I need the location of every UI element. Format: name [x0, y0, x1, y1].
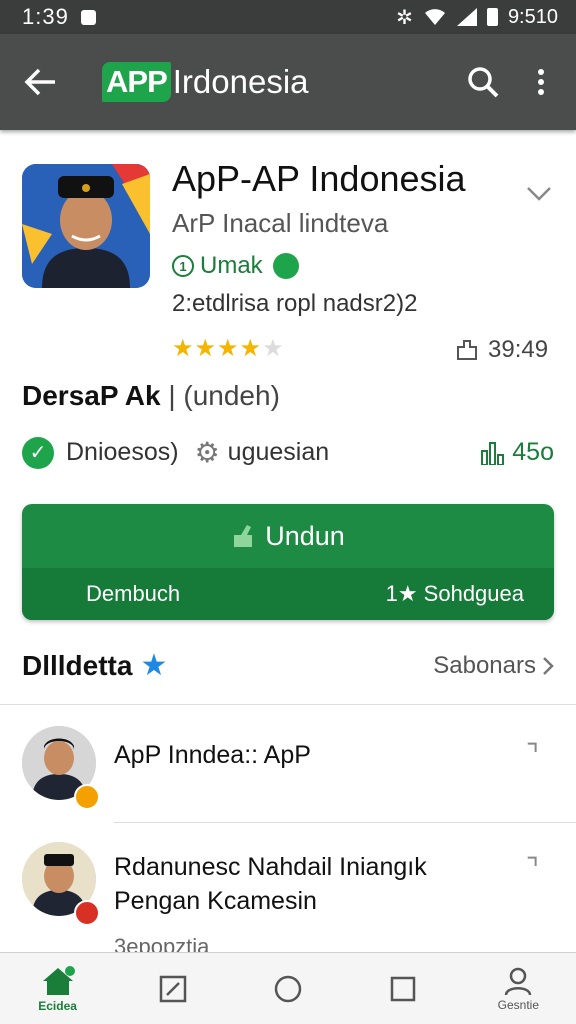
list-section-header: Dllldetta ★ Sabonars: [22, 648, 554, 683]
share-arrow-icon[interactable]: ⌝: [526, 738, 539, 771]
nav-edit[interactable]: [133, 975, 213, 1003]
star-filled-icon: ★: [217, 335, 240, 362]
installs-count: 45o: [480, 438, 554, 467]
nav-profile[interactable]: Gesntie: [478, 966, 558, 1012]
signal-icon: [456, 8, 477, 26]
rating-stars: ★★★★★: [172, 334, 285, 363]
install-right-link[interactable]: 1★ Sohdguea: [386, 581, 524, 607]
edit-icon: [159, 975, 187, 1002]
install-icon: [234, 525, 253, 547]
size-label: 39:49: [488, 336, 549, 363]
wifi-icon: [424, 9, 445, 25]
star-filled-icon: ★: [172, 335, 195, 362]
info-row: ✓ Dnioesos) ⚙ uguesian 45o: [22, 436, 554, 469]
install-button[interactable]: Undun: [22, 504, 554, 568]
status-bar: 1:39 ✲ 9:510: [0, 0, 576, 34]
app-bar-title: APP Irdonesia: [80, 62, 454, 102]
clock-icon: 1: [172, 255, 194, 277]
install-right-label: Sohdguea: [423, 581, 524, 606]
app-bar: APP Irdonesia: [0, 34, 576, 130]
chat-bubble-icon: [272, 253, 299, 279]
star-filled-icon: ★: [239, 335, 263, 362]
developer-row[interactable]: 1 Umak: [172, 252, 299, 280]
app-subtitle: ArP Inacal lindteva: [172, 208, 389, 238]
circle-icon: [274, 975, 302, 1002]
star-empty-icon: ★: [262, 335, 285, 362]
coin-badge-icon: [74, 784, 100, 810]
app-icon-portrait: [22, 164, 150, 288]
star-icon: ★: [397, 581, 418, 606]
list-item-title: Rdanunesc Nahdail Iniangık: [114, 853, 427, 881]
search-button[interactable]: [454, 53, 512, 111]
list-item[interactable]: ApP Inndea:: ApP ⌝: [0, 704, 576, 822]
flag-badge-icon: [74, 900, 100, 926]
notification-icon: [80, 9, 96, 25]
square-icon: [390, 976, 416, 1001]
category-label: uguesian: [227, 438, 330, 466]
app-icon-image: [22, 164, 150, 288]
download-size-icon: [457, 340, 477, 360]
back-button[interactable]: [0, 67, 80, 97]
installs-count-value: 45o: [512, 438, 554, 466]
back-arrow-icon: [24, 68, 55, 96]
star-badge-icon: ★: [140, 649, 168, 682]
verified-label: Dnioesos): [66, 438, 179, 466]
install-button-label: Undun: [265, 520, 345, 551]
section-title-light: | (undeh): [168, 380, 280, 411]
install-button-block: Undun Dembuch 1★ Sohdguea: [22, 504, 554, 620]
profile-icon: [505, 967, 532, 995]
nav-home-label: Ecidea: [38, 998, 77, 1013]
app-logo-badge: APP: [102, 62, 171, 102]
star-filled-icon: ★: [194, 335, 218, 362]
status-icons: ✲ 9:510: [396, 5, 558, 30]
install-right-num: 1: [385, 581, 398, 606]
see-more-label: Sabonars: [433, 651, 536, 679]
bottom-navigation: Ecidea Gesntie: [0, 952, 576, 1024]
nav-home[interactable]: Ecidea: [18, 965, 98, 1013]
install-sub-row: Dembuch 1★ Sohdguea: [22, 568, 554, 620]
developer-name: Umak: [200, 252, 263, 279]
status-clock-right: 9:510: [507, 5, 558, 28]
home-icon: [42, 965, 75, 995]
chevron-down-icon: [527, 187, 551, 201]
app-bar-title-text: Irdonesia: [172, 63, 309, 100]
battery-icon: [486, 8, 498, 26]
chevron-right-icon: [543, 656, 554, 675]
list-item-subtitle: Pengan Kcamesin: [114, 887, 317, 915]
more-vert-icon: [538, 69, 544, 95]
search-icon: [468, 67, 499, 98]
section-title: DersaP Ak | (undeh): [22, 380, 280, 412]
list-item[interactable]: Rdanunesc Nahdail Iniangık Pengan Kcames…: [0, 822, 576, 952]
status-time: 1:39: [22, 4, 69, 29]
section-title-bold: DersaP Ak: [22, 380, 161, 411]
app-meta-text: 2:etdlrisa ropl nadsr2)2: [172, 290, 418, 317]
expand-button[interactable]: [526, 186, 552, 207]
verified-check-icon: ✓: [22, 436, 54, 469]
bar-chart-icon: [481, 441, 505, 465]
see-more-link[interactable]: Sabonars: [433, 652, 554, 680]
size-info: 39:49: [456, 336, 548, 364]
install-left-link[interactable]: Dembuch: [86, 581, 180, 607]
more-options-button[interactable]: [512, 53, 570, 111]
list-item-title: ApP Inndea:: ApP: [114, 741, 311, 769]
bluetooth-icon: ✲: [396, 6, 413, 29]
nav-recents[interactable]: [363, 976, 443, 1002]
list-section-title: Dllldetta: [22, 649, 133, 681]
gear-icon: ⚙: [194, 437, 220, 468]
nav-profile-label: Gesntie: [497, 997, 540, 1012]
app-name: ApP-AP Indonesia: [172, 158, 466, 199]
share-arrow-icon[interactable]: ⌝: [526, 852, 539, 885]
nav-home-circle[interactable]: [248, 974, 328, 1004]
